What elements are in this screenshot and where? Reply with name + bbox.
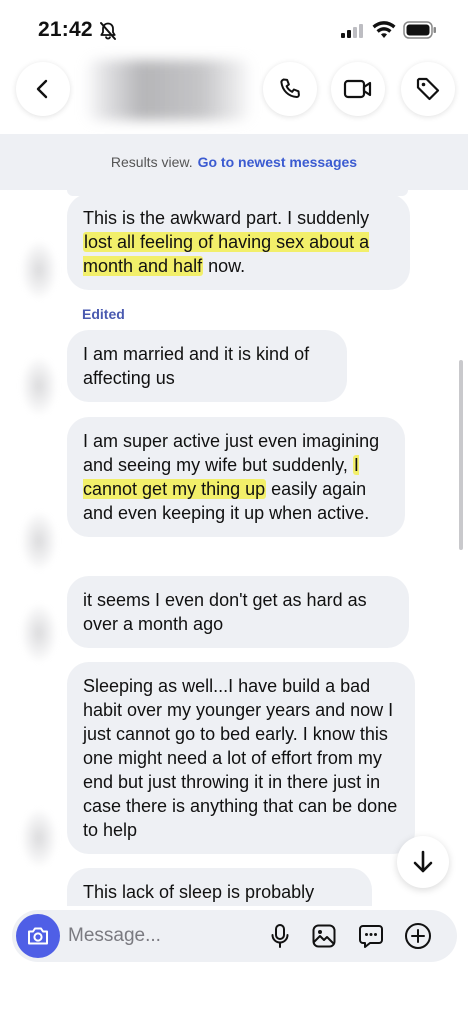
voice-call-button[interactable] (263, 62, 317, 116)
message-list[interactable]: This is the awkward part. I suddenly los… (0, 190, 468, 906)
results-view-text: Results view. (110, 154, 193, 170)
message-text: it seems I even don't get as hard as ove… (83, 590, 367, 634)
sticker-chat-icon[interactable] (357, 922, 385, 950)
avatar-redacted (22, 358, 56, 414)
plus-circle-icon[interactable] (404, 922, 432, 950)
message-bubble[interactable]: I am super active just even imagining an… (67, 417, 405, 537)
message-text: I am super active just even imagining an… (83, 431, 380, 475)
message-text: This lack of sleep is probably (83, 882, 315, 902)
tag-icon (415, 76, 441, 102)
chat-header (0, 60, 468, 134)
avatar-redacted (22, 605, 56, 661)
contact-name-redacted[interactable] (84, 60, 252, 120)
message-bubble[interactable]: it seems I even don't get as hard as ove… (67, 576, 409, 648)
image-icon[interactable] (310, 922, 338, 950)
avatar-redacted (22, 810, 56, 866)
tag-button[interactable] (401, 62, 455, 116)
message-text: Sleeping as well...I have build a bad ha… (83, 676, 398, 840)
arrow-down-icon (411, 849, 435, 875)
message-bubble[interactable]: This lack of sleep is probably (67, 868, 372, 906)
status-time: 21:42 (38, 18, 93, 41)
message-text: now. (203, 256, 246, 276)
camera-button[interactable] (16, 914, 60, 958)
chevron-left-icon (32, 78, 54, 100)
cellular-signal-icon (341, 24, 365, 38)
scrollbar[interactable] (459, 360, 463, 550)
edited-label: Edited (82, 306, 125, 322)
message-bubble[interactable]: This is the awkward part. I suddenly los… (67, 194, 410, 290)
message-composer (12, 910, 457, 962)
video-call-button[interactable] (331, 62, 385, 116)
battery-icon (403, 21, 437, 39)
avatar-redacted (22, 513, 56, 569)
microphone-icon[interactable] (266, 922, 294, 950)
results-view-banner: Results view. Go to newest messages (0, 134, 468, 190)
status-bar: 21:42 (0, 0, 468, 60)
go-to-newest-link[interactable]: Go to newest messages (198, 154, 358, 170)
wifi-icon (372, 21, 396, 39)
message-bubble[interactable]: I am married and it is kind of affecting… (67, 330, 347, 402)
message-text: I am married and it is kind of affecting… (83, 344, 310, 388)
avatar-redacted (22, 242, 56, 298)
back-button[interactable] (16, 62, 70, 116)
camera-icon (26, 925, 50, 947)
message-input[interactable] (68, 923, 258, 949)
video-camera-icon (343, 77, 373, 101)
message-bubble[interactable]: Sleeping as well...I have build a bad ha… (67, 662, 415, 854)
message-text: This is the awkward part. I suddenly (83, 208, 370, 228)
phone-icon (277, 76, 303, 102)
jump-to-latest-button[interactable] (397, 836, 449, 888)
bell-muted-icon (98, 21, 118, 41)
